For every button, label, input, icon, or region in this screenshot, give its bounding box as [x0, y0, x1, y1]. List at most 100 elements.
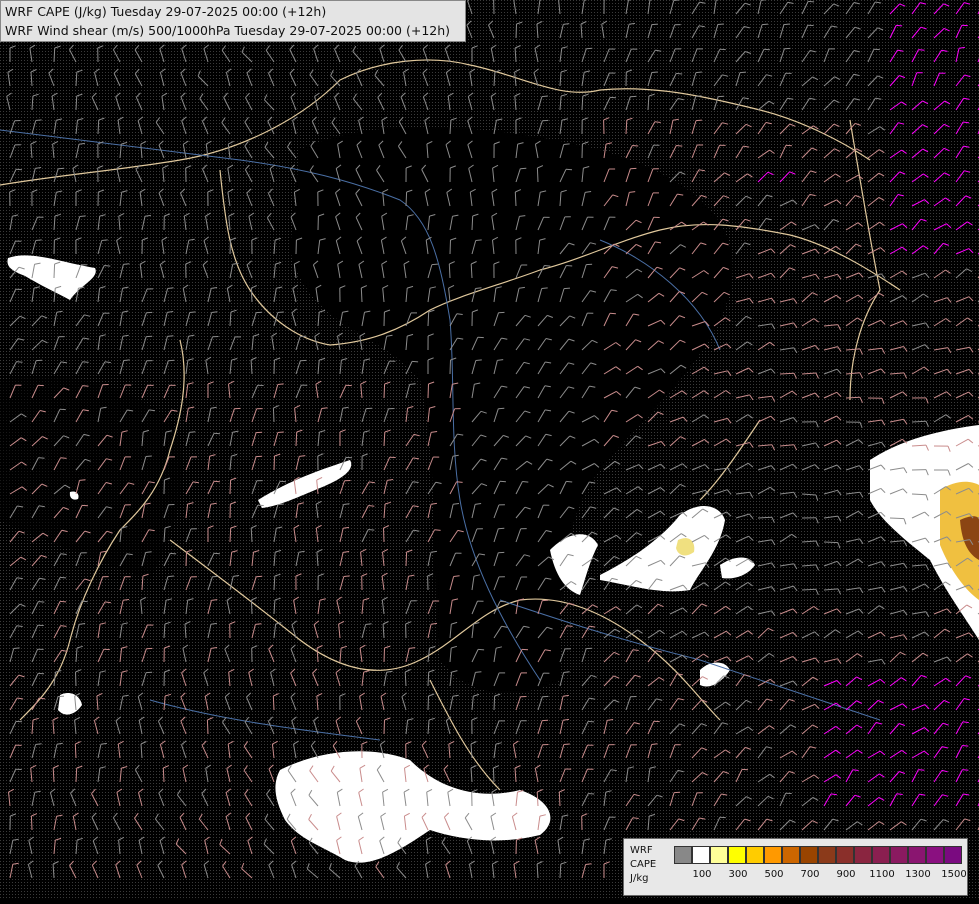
- wind-barb: [384, 528, 385, 542]
- wind-barb: [824, 542, 838, 543]
- legend-swatches: [674, 846, 962, 864]
- wind-barb-flag: [280, 481, 286, 482]
- wind-barb-flag: [124, 360, 130, 361]
- wind-barb-flag: [189, 432, 195, 433]
- legend-swatch: [908, 846, 926, 864]
- wind-barb-flag: [212, 312, 218, 313]
- wind-barb-flag: [104, 266, 110, 267]
- wind-barb-flag: [278, 312, 284, 313]
- wind-barb: [493, 768, 494, 782]
- wind-barb: [163, 768, 164, 782]
- wind-barb-flag: [566, 169, 572, 170]
- legend-swatch: [764, 846, 782, 864]
- legend-swatch: [674, 846, 692, 864]
- legend-unit-label: J/kg: [630, 873, 648, 885]
- wind-barb-flag: [962, 746, 968, 747]
- wind-barb: [890, 518, 904, 519]
- wind-barb-flag: [476, 360, 482, 361]
- wind-barb: [54, 264, 55, 278]
- wind-barb-flag: [80, 480, 86, 481]
- wind-barb: [494, 696, 495, 710]
- wind-barb-flag: [38, 602, 44, 603]
- wind-barb: [186, 552, 187, 566]
- wind-barb-flag: [80, 216, 86, 217]
- wind-barb-flag: [170, 553, 176, 554]
- wind-barb-flag: [36, 240, 42, 241]
- wind-barb-flag: [168, 576, 174, 577]
- wind-barb-flag: [167, 336, 173, 337]
- wind-barb: [406, 192, 407, 206]
- wind-barb: [76, 672, 77, 686]
- wind-barb: [274, 456, 275, 470]
- wind-barb-flag: [457, 482, 463, 483]
- wind-barb-flag: [300, 336, 306, 337]
- wind-barb-flag: [718, 24, 724, 25]
- wind-barb: [428, 696, 429, 710]
- wind-barb: [912, 494, 926, 495]
- wind-barb-flag: [61, 458, 67, 459]
- wind-barb: [230, 528, 231, 542]
- wind-barb-flag: [896, 25, 902, 26]
- legend-swatch: [746, 846, 764, 864]
- wind-barb-flag: [168, 288, 174, 289]
- wind-barb: [296, 432, 297, 446]
- wind-barb: [428, 312, 429, 326]
- legend-swatch: [728, 846, 746, 864]
- wind-barb-flag: [58, 696, 64, 697]
- wind-barb-flag: [476, 240, 482, 241]
- wind-barb: [516, 24, 517, 38]
- wind-barb-flag: [588, 794, 594, 795]
- wind-barb: [273, 408, 274, 422]
- wind-barb-flag: [676, 146, 682, 147]
- wind-barb: [230, 480, 231, 494]
- wind-barb-flag: [652, 24, 658, 25]
- wind-barb: [384, 648, 385, 662]
- legend-swatch: [944, 846, 962, 864]
- wind-barb: [758, 517, 772, 518]
- wind-barb-flag: [60, 601, 66, 602]
- wind-barb-flag: [919, 50, 925, 51]
- wind-barb: [449, 264, 450, 278]
- wind-barb-flag: [522, 482, 528, 483]
- wind-barb-flag: [544, 266, 550, 267]
- wind-barb-flag: [432, 264, 438, 265]
- legend-swatch: [890, 846, 908, 864]
- wind-barb-flag: [478, 649, 484, 650]
- wind-barb-flag: [344, 576, 350, 577]
- legend-swatch: [800, 846, 818, 864]
- wind-barb-flag: [36, 744, 42, 745]
- wind-barb-flag: [588, 721, 594, 722]
- legend-param-label: CAPE: [630, 859, 656, 871]
- wind-barb-flag: [475, 672, 481, 673]
- wind-barb-flag: [586, 864, 592, 865]
- wind-barb: [450, 360, 451, 374]
- wind-barb-flag: [564, 744, 570, 745]
- wind-barb: [31, 816, 32, 830]
- wind-barb: [450, 240, 451, 254]
- wind-barb-flag: [410, 384, 416, 385]
- wind-barb-flag: [102, 240, 108, 241]
- wind-barb-flag: [564, 288, 570, 289]
- wind-barb: [207, 720, 208, 734]
- wind-barb-flag: [740, 72, 746, 73]
- wind-barb-flag: [808, 1, 814, 2]
- legend-tick-label: 100: [692, 869, 711, 880]
- wind-barb-flag: [784, 24, 790, 25]
- wind-barb: [251, 288, 252, 302]
- wind-barb-flag: [542, 288, 548, 289]
- wind-barb-flag: [652, 744, 658, 745]
- wind-barb-flag: [83, 362, 89, 363]
- wind-barb: [428, 672, 429, 686]
- map-title-box: WRF CAPE (J/kg) Tuesday 29-07-2025 00:00…: [0, 0, 466, 42]
- legend-swatch: [692, 846, 710, 864]
- wind-barb-flag: [146, 456, 152, 457]
- wind-barb-flag: [566, 266, 572, 267]
- wind-barb-flag: [36, 120, 42, 121]
- legend-swatch: [872, 846, 890, 864]
- wind-barb-flag: [255, 624, 261, 625]
- wind-barb: [54, 48, 55, 62]
- wind-barb-flag: [322, 408, 328, 409]
- legend-tick-label: 700: [800, 869, 819, 880]
- wind-barb-flag: [454, 576, 460, 577]
- wind-barb-flag: [962, 770, 968, 771]
